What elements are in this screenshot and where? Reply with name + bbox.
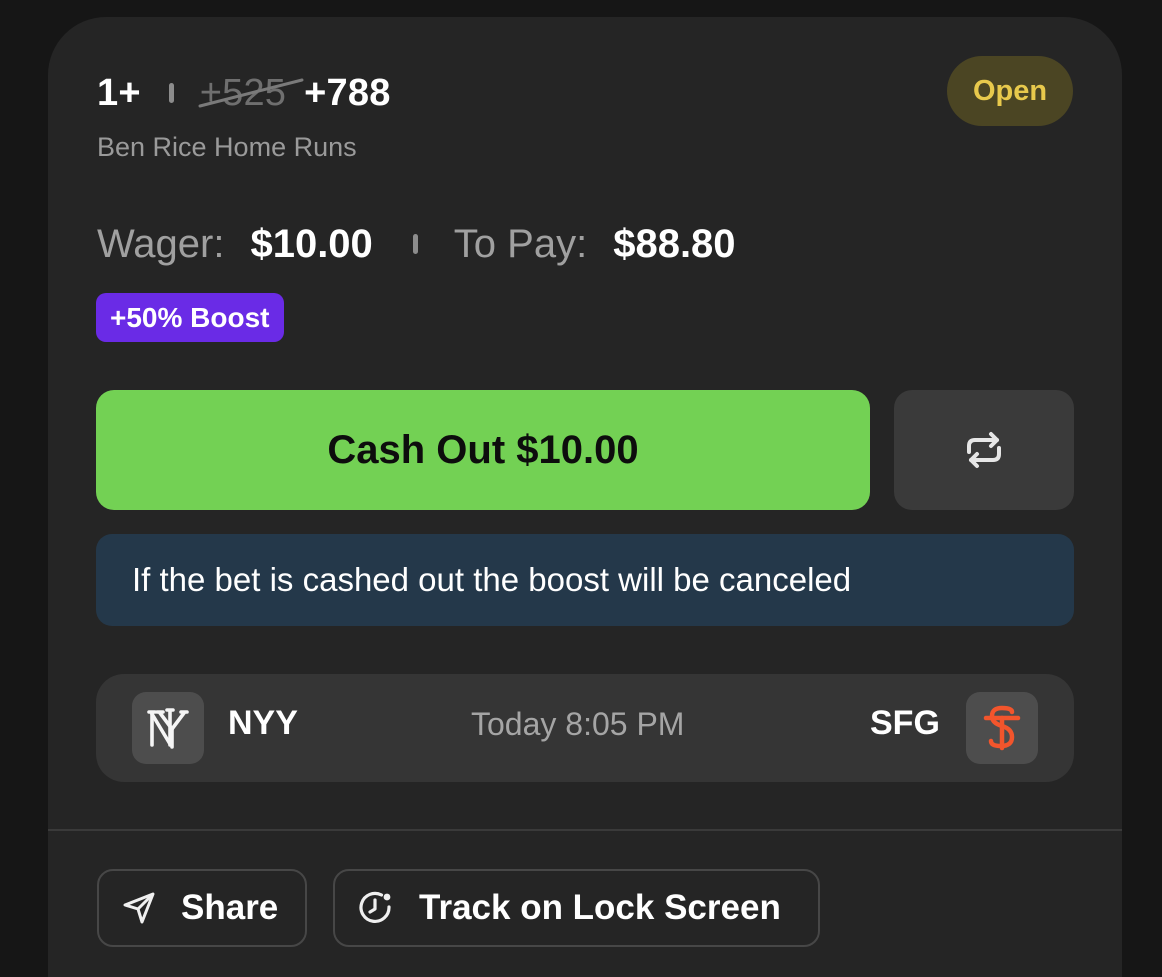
cash-out-notice: If the bet is cashed out the boost will … <box>96 534 1074 626</box>
status-badge: Open <box>947 56 1073 126</box>
cash-out-button[interactable]: Cash Out $10.00 <box>96 390 870 510</box>
ny-logo-icon <box>147 708 189 749</box>
wager-value: $10.00 <box>250 221 373 266</box>
wager-row: Wager: $10.00 To Pay: $88.80 <box>97 219 736 269</box>
bet-line: 1+ <box>97 71 141 114</box>
boosted-odds: +788 <box>304 71 391 114</box>
original-odds: +525 <box>198 72 304 115</box>
sf-logo-icon <box>983 705 1021 751</box>
strikethrough-line <box>198 78 304 107</box>
separator <box>412 234 418 254</box>
to-pay-value: $88.80 <box>613 221 736 266</box>
repeat-arrows-icon <box>967 432 1001 468</box>
to-pay-label: To Pay: <box>453 221 588 266</box>
bet-line-row: 1+ +525 +788 <box>97 70 391 116</box>
game-info-card[interactable]: NYY Today 8:05 PM SFG <box>96 674 1074 782</box>
game-time: Today 8:05 PM <box>471 706 685 742</box>
track-label: Track on Lock Screen <box>419 888 781 927</box>
track-lock-screen-button[interactable]: Track on Lock Screen <box>333 869 820 947</box>
clock-icon <box>357 889 395 927</box>
sfg-logo <box>966 692 1038 764</box>
share-label: Share <box>181 888 279 927</box>
swap-button[interactable] <box>894 390 1074 510</box>
send-icon <box>121 890 157 926</box>
home-team: SFG <box>870 704 940 742</box>
wager-label: Wager: <box>97 221 225 266</box>
section-divider <box>48 829 1122 831</box>
nyy-logo <box>132 692 204 764</box>
away-team: NYY <box>228 704 298 742</box>
share-button[interactable]: Share <box>97 869 307 947</box>
market-name: Ben Rice Home Runs <box>97 132 357 162</box>
separator <box>168 83 174 103</box>
boost-badge: +50% Boost <box>96 293 284 342</box>
